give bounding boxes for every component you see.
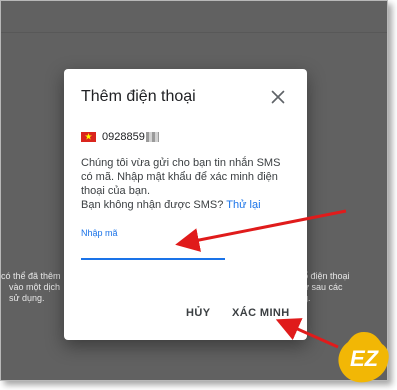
resend-row: Bạn không nhận được SMS? Thử lại	[81, 198, 293, 212]
retry-link[interactable]: Thử lại	[226, 199, 260, 211]
message-line: có mã. Nhập mật khẩu để xác minh điện	[81, 171, 278, 183]
message-line: Chúng tôi vừa gửi cho bạn tin nhắn SMS	[81, 157, 281, 169]
background-line: g.	[301, 293, 387, 304]
background-text-right: ố điện thoại ử sau các g.	[301, 271, 387, 304]
background-line: sử dụng.	[9, 293, 45, 303]
sms-message: Chúng tôi vừa gửi cho bạn tin nhắn SMS c…	[81, 156, 293, 212]
vietnam-flag-icon	[81, 132, 96, 142]
ez-logo: EZ	[336, 330, 392, 384]
close-icon	[271, 90, 285, 104]
browser-frame: có thể đã thêm vào một dịch sử dụng. ố đ…	[0, 0, 388, 381]
background-line: ử sau các	[303, 282, 343, 292]
background-text-left: có thể đã thêm vào một dịch sử dụng.	[1, 271, 65, 304]
phone-number: 0928859	[102, 131, 145, 143]
background-line: vào một dịch	[9, 282, 61, 292]
phone-number-row: 0928859	[81, 130, 159, 144]
ez-logo-text: EZ	[350, 346, 380, 371]
message-line: thoại của bạn.	[81, 185, 151, 197]
background-line: ố điện thoại	[303, 271, 350, 281]
code-label: Nhập mã	[81, 228, 118, 238]
resend-prompt: Bạn không nhận được SMS?	[81, 199, 224, 211]
background-line: có thể đã thêm	[1, 271, 61, 281]
cancel-button[interactable]: HỦY	[186, 307, 210, 319]
dialog-title: Thêm điện thoại	[81, 88, 196, 105]
add-phone-dialog: Thêm điện thoại 0928859 Chúng tôi vừa gử…	[64, 69, 307, 340]
code-input[interactable]	[81, 240, 225, 260]
phone-number-redacted	[145, 132, 159, 142]
verify-button[interactable]: XÁC MINH	[232, 307, 290, 319]
close-button[interactable]	[267, 86, 289, 108]
